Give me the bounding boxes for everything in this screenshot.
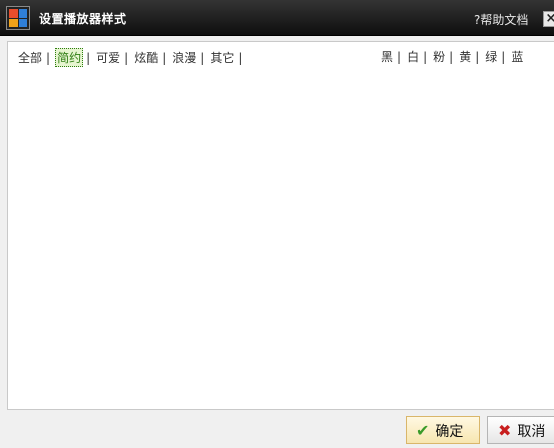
separator: |	[475, 50, 480, 64]
filter-other[interactable]: 其它	[209, 49, 235, 66]
separator: |	[162, 51, 167, 65]
cross-icon: ✖	[498, 421, 512, 440]
filter-cool[interactable]: 炫酷	[133, 49, 159, 66]
filter-all[interactable]: 全部	[17, 49, 43, 66]
separator: |	[397, 50, 402, 64]
separator: |	[46, 51, 51, 65]
separator: |	[200, 51, 205, 65]
separator: |	[124, 51, 129, 65]
ok-button-label: 确定	[435, 424, 464, 440]
color-yellow[interactable]: 黄	[458, 48, 472, 65]
separator: |	[449, 50, 454, 64]
filter-romantic[interactable]: 浪漫	[171, 49, 197, 66]
color-white[interactable]: 白	[406, 48, 420, 65]
cancel-button[interactable]: ✖ 取消	[487, 416, 554, 444]
separator: |	[86, 51, 91, 65]
title-bar: 设置播放器样式 ?帮助文档 ×	[0, 0, 554, 36]
color-black[interactable]: 黑	[380, 48, 394, 65]
filter-simple[interactable]: 简约	[55, 48, 84, 67]
category-filter-bar: 全部 | 简约 | 可爱 | 炫酷 | 浪漫 | 其它 |	[17, 48, 247, 67]
checkmark-icon: ✔	[416, 421, 430, 440]
filter-cute[interactable]: 可爱	[95, 49, 121, 66]
separator: |	[501, 50, 506, 64]
color-filter-bar: 黑 | 白 | 粉 | 黄 | 绿 | 蓝	[380, 48, 524, 65]
color-pink[interactable]: 粉	[432, 48, 446, 65]
help-docs-link[interactable]: ?帮助文档	[474, 11, 528, 28]
color-green[interactable]: 绿	[484, 48, 498, 65]
ok-button[interactable]: ✔ 确定	[406, 416, 480, 444]
color-blue[interactable]: 蓝	[510, 48, 524, 65]
app-logo-icon	[6, 6, 30, 30]
cancel-button-label: 取消	[517, 424, 546, 440]
window-title: 设置播放器样式	[39, 12, 127, 26]
separator: |	[423, 50, 428, 64]
style-list-panel: 全部 | 简约 | 可爱 | 炫酷 | 浪漫 | 其它 | 黑 | 白 | 粉 | 黄 | 绿 | 蓝	[7, 41, 554, 410]
close-button[interactable]: ×	[543, 11, 554, 27]
separator: |	[238, 51, 243, 65]
